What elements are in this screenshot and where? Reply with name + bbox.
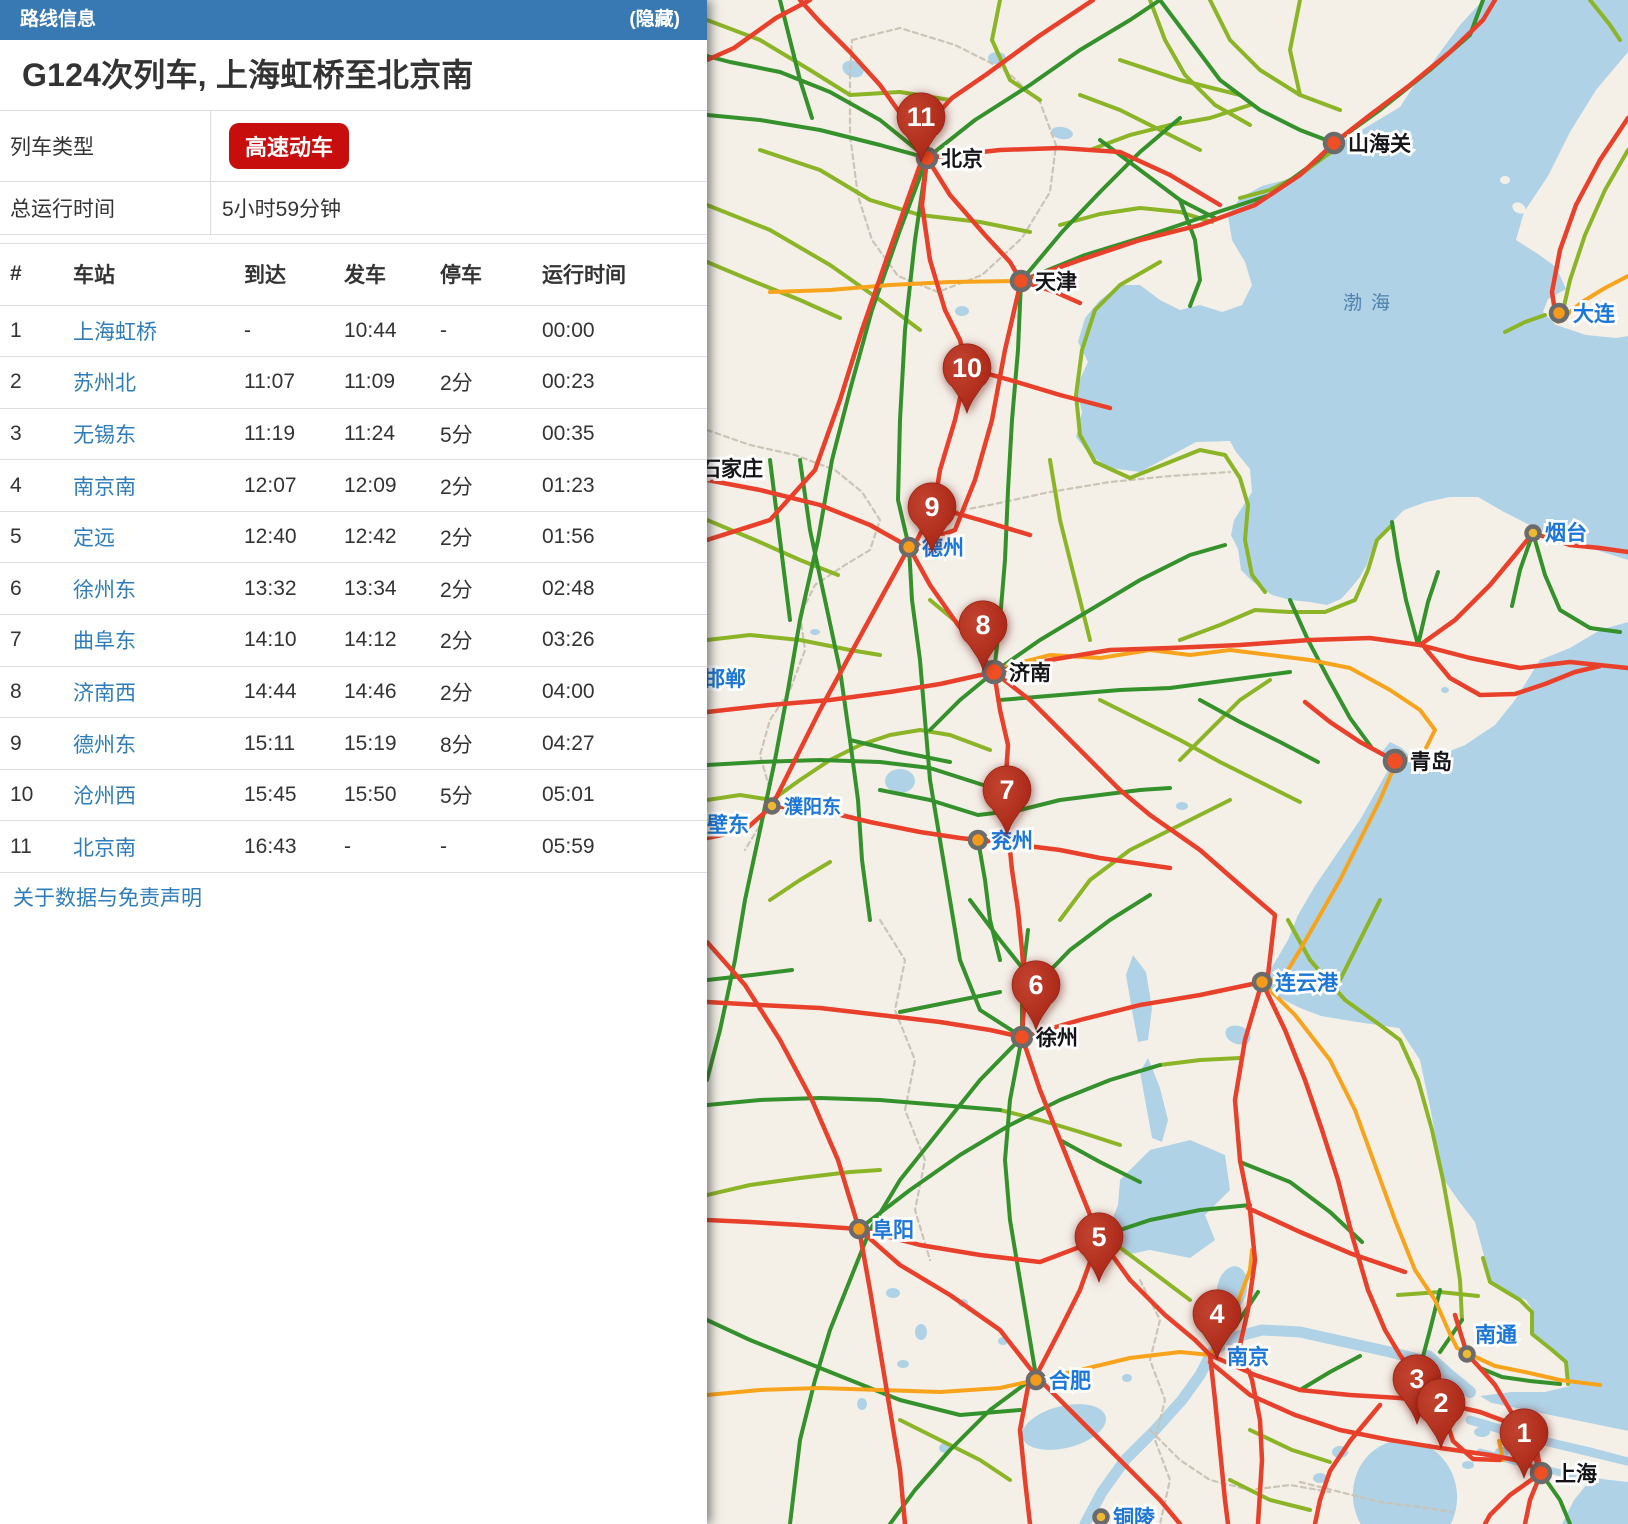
svg-text:青岛: 青岛 <box>1410 750 1452 774</box>
svg-text:4: 4 <box>1209 1299 1224 1329</box>
svg-text:合肥: 合肥 <box>1049 1369 1091 1393</box>
svg-text:阜阳: 阜阳 <box>872 1218 914 1242</box>
svg-text:2: 2 <box>1433 1388 1448 1418</box>
svg-text:石家庄: 石家庄 <box>707 457 763 481</box>
svg-text:烟台: 烟台 <box>1545 521 1587 545</box>
svg-text:9: 9 <box>924 492 939 522</box>
svg-text:渤海: 渤海 <box>1343 292 1399 314</box>
svg-text:上海: 上海 <box>1555 1462 1597 1486</box>
svg-text:8: 8 <box>975 610 990 640</box>
svg-text:7: 7 <box>999 775 1014 805</box>
svg-text:鹤壁东: 鹤壁东 <box>707 813 749 837</box>
svg-text:徐州: 徐州 <box>1035 1026 1078 1050</box>
svg-text:濮阳东: 濮阳东 <box>784 795 841 818</box>
svg-text:5: 5 <box>1091 1222 1106 1252</box>
svg-text:10: 10 <box>952 353 982 383</box>
svg-text:北京: 北京 <box>941 147 983 171</box>
svg-text:济南: 济南 <box>1009 661 1051 685</box>
svg-text:兖州: 兖州 <box>991 829 1033 853</box>
svg-text:南京: 南京 <box>1227 1345 1269 1369</box>
svg-text:6: 6 <box>1028 970 1043 1000</box>
svg-text:1: 1 <box>1516 1418 1531 1448</box>
svg-text:邯郸: 邯郸 <box>707 667 746 691</box>
svg-text:11: 11 <box>907 102 936 132</box>
svg-text:山海关: 山海关 <box>1348 132 1411 156</box>
svg-text:铜陵: 铜陵 <box>1113 1506 1156 1524</box>
svg-text:南通: 南通 <box>1475 1323 1517 1347</box>
svg-text:天津: 天津 <box>1035 271 1077 294</box>
svg-text:大连: 大连 <box>1573 302 1616 326</box>
svg-text:连云港: 连云港 <box>1275 971 1339 995</box>
